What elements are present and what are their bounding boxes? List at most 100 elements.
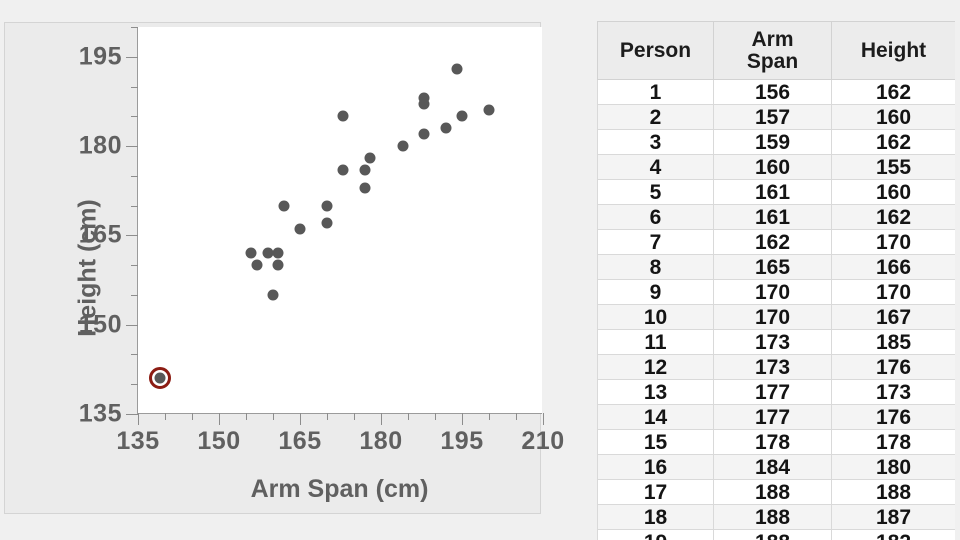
cell-height: 182 bbox=[831, 529, 955, 540]
table-row[interactable]: 14 177 176 bbox=[597, 404, 955, 430]
cell-height: 178 bbox=[831, 429, 955, 455]
scatter-point[interactable] bbox=[251, 259, 263, 271]
x-axis-major-tick bbox=[381, 413, 382, 425]
cell-arm-span: 188 bbox=[713, 479, 832, 505]
cell-arm-span: 188 bbox=[713, 529, 832, 540]
column-header-arm-span[interactable]: Arm Span bbox=[713, 21, 832, 80]
scatter-point[interactable] bbox=[483, 104, 495, 116]
scatter-point[interactable] bbox=[294, 223, 306, 235]
table-row[interactable]: 5 161 160 bbox=[597, 179, 955, 205]
table-row[interactable]: 18 188 187 bbox=[597, 504, 955, 530]
scatter-point[interactable] bbox=[418, 128, 430, 140]
cell-height: 170 bbox=[831, 229, 955, 255]
x-axis-major-tick bbox=[543, 413, 544, 425]
cell-person: 5 bbox=[597, 179, 714, 205]
scatter-point[interactable] bbox=[440, 122, 452, 134]
table-row[interactable]: 17 188 188 bbox=[597, 479, 955, 505]
scatter-point[interactable] bbox=[245, 247, 257, 259]
scatter-point[interactable] bbox=[278, 200, 290, 212]
cell-person: 3 bbox=[597, 129, 714, 155]
cell-arm-span: 173 bbox=[713, 354, 832, 380]
y-axis-tick-label: 165 bbox=[78, 220, 122, 249]
table-row[interactable]: 9 170 170 bbox=[597, 279, 955, 305]
y-axis-minor-tick bbox=[131, 205, 138, 207]
cell-person: 8 bbox=[597, 254, 714, 280]
table-row[interactable]: 8 165 166 bbox=[597, 254, 955, 280]
data-table-container[interactable]: Person Arm Span Height 1 156 162 2 157 160 3 15… bbox=[597, 21, 955, 540]
cell-person: 19 bbox=[597, 529, 714, 540]
scatter-point[interactable] bbox=[359, 182, 371, 194]
table-row[interactable]: 16 184 180 bbox=[597, 454, 955, 480]
cell-person: 13 bbox=[597, 379, 714, 405]
y-axis-minor-tick bbox=[131, 265, 138, 267]
x-axis-tick-label: 180 bbox=[359, 427, 403, 455]
cell-person: 17 bbox=[597, 479, 714, 505]
column-header-person[interactable]: Person bbox=[597, 21, 714, 80]
x-axis-tick-label: 150 bbox=[197, 427, 241, 455]
x-axis-major-tick bbox=[300, 413, 301, 425]
scatter-point[interactable] bbox=[272, 259, 284, 271]
table-row[interactable]: 6 161 162 bbox=[597, 204, 955, 230]
scatter-point[interactable] bbox=[321, 217, 333, 229]
scatter-point[interactable] bbox=[364, 152, 376, 164]
cell-person: 9 bbox=[597, 279, 714, 305]
table-row[interactable]: 12 173 176 bbox=[597, 354, 955, 380]
cell-height: 188 bbox=[831, 479, 955, 505]
cell-height: 173 bbox=[831, 379, 955, 405]
x-axis-major-tick bbox=[219, 413, 220, 425]
cell-height: 187 bbox=[831, 504, 955, 530]
scatter-point[interactable] bbox=[272, 247, 284, 259]
plot-area[interactable]: 135 150 165 180 195 135 150 165 180 195 210 bbox=[79, 27, 564, 455]
table-header-row: Person Arm Span Height bbox=[597, 21, 955, 80]
cell-arm-span: 160 bbox=[713, 154, 832, 180]
cell-arm-span: 177 bbox=[713, 379, 832, 405]
cell-arm-span: 177 bbox=[713, 404, 832, 430]
y-axis-minor-tick bbox=[131, 86, 138, 88]
table-row[interactable]: 2 157 160 bbox=[597, 104, 955, 130]
scatter-point[interactable] bbox=[418, 98, 430, 110]
x-axis-minor-tick bbox=[516, 413, 517, 420]
table-row[interactable]: 19188182 bbox=[597, 529, 955, 540]
column-header-arm-span-line2: Span bbox=[746, 49, 799, 73]
scatter-point[interactable] bbox=[337, 110, 349, 122]
table-row[interactable]: 4 160 155 bbox=[597, 154, 955, 180]
cell-height: 160 bbox=[831, 104, 955, 130]
table-row[interactable]: 13 177 173 bbox=[597, 379, 955, 405]
scatter-point[interactable] bbox=[397, 140, 409, 152]
scatter-point[interactable] bbox=[359, 164, 371, 176]
scatter-point[interactable] bbox=[267, 289, 279, 301]
table-row[interactable]: 11 173 185 bbox=[597, 329, 955, 355]
table-row[interactable]: 3 159 162 bbox=[597, 129, 955, 155]
highlighted-point-ring[interactable] bbox=[148, 367, 171, 390]
table-row[interactable]: 15 178 178 bbox=[597, 429, 955, 455]
cell-person: 11 bbox=[597, 329, 714, 355]
cell-arm-span: 157 bbox=[713, 104, 832, 130]
cell-person: 14 bbox=[597, 404, 714, 430]
cell-person: 6 bbox=[597, 204, 714, 230]
cell-arm-span: 178 bbox=[713, 429, 832, 455]
column-header-arm-span-line1: Arm bbox=[751, 28, 794, 52]
cell-height: 160 bbox=[831, 179, 955, 205]
x-axis-minor-tick bbox=[192, 413, 193, 420]
x-axis-title: Arm Span (cm) bbox=[250, 475, 429, 503]
scatter-point[interactable] bbox=[456, 110, 468, 122]
cell-height: 167 bbox=[831, 304, 955, 330]
x-axis-minor-tick bbox=[489, 413, 490, 420]
cell-person: 10 bbox=[597, 304, 714, 330]
x-axis-minor-tick bbox=[408, 413, 409, 420]
column-header-height[interactable]: Height bbox=[831, 21, 955, 80]
y-axis-tick-label: 180 bbox=[78, 131, 122, 160]
y-axis-minor-tick bbox=[131, 294, 138, 296]
scatter-point[interactable] bbox=[321, 200, 333, 212]
x-axis-major-tick bbox=[462, 413, 463, 425]
y-axis-major-tick bbox=[126, 414, 138, 415]
cell-height: 162 bbox=[831, 129, 955, 155]
cell-height: 170 bbox=[831, 279, 955, 305]
table-row[interactable]: 7 162 170 bbox=[597, 229, 955, 255]
cell-arm-span: 170 bbox=[713, 279, 832, 305]
table-row[interactable]: 1 156 162 bbox=[597, 79, 955, 105]
scatter-point[interactable] bbox=[262, 247, 274, 259]
scatter-point[interactable] bbox=[451, 63, 463, 75]
scatter-point[interactable] bbox=[337, 164, 349, 176]
table-row[interactable]: 10 170 167 bbox=[597, 304, 955, 330]
